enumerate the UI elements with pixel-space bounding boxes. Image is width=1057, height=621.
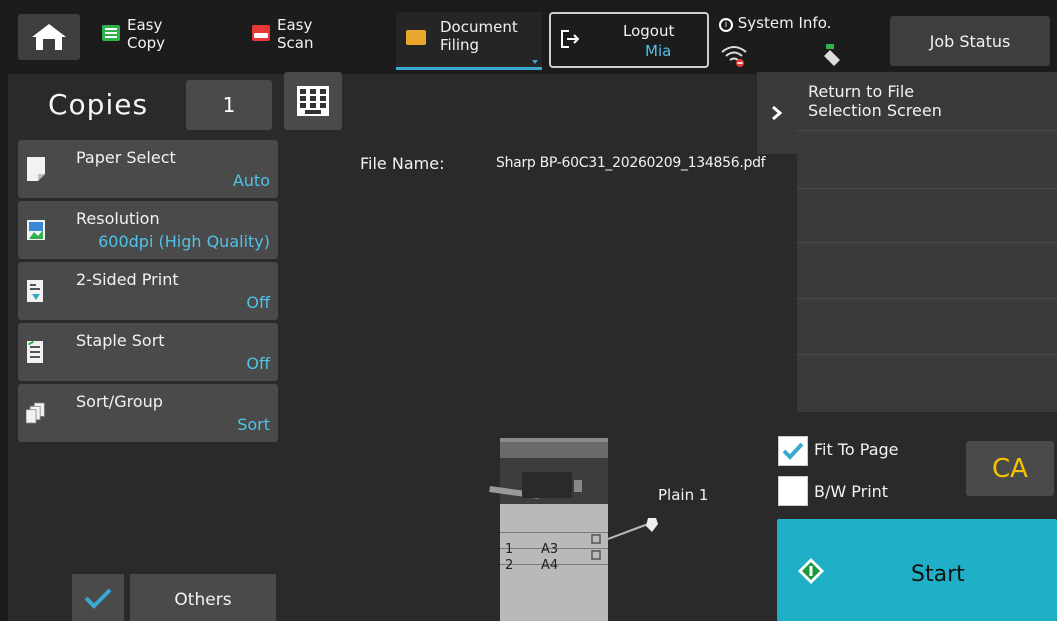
two-sided-print-title: 2-Sided Print: [76, 270, 179, 289]
logout-label: Logout: [623, 22, 675, 40]
top-bar: Easy Copy Easy Scan Document Filing Logo…: [8, 0, 1057, 74]
sort-group-button[interactable]: Sort/Group Sort: [18, 384, 278, 442]
others-button[interactable]: Others: [130, 574, 276, 621]
list-divider: [797, 242, 1057, 243]
resolution-title: Resolution: [76, 209, 160, 228]
selected-tray-pointer-icon: [646, 518, 658, 532]
fit-to-page-checkbox[interactable]: [778, 436, 808, 466]
chevron-right-icon: [772, 105, 783, 121]
easy-scan-icon: [252, 25, 270, 41]
resolution-button[interactable]: Resolution 600dpi (High Quality): [18, 201, 278, 259]
dropdown-indicator-icon: [532, 60, 538, 64]
two-sided-print-value: Off: [246, 293, 270, 312]
selected-tray-label: Plain 1: [658, 486, 709, 504]
staple-sort-title: Staple Sort: [76, 331, 165, 350]
easy-scan-label-2: Scan: [277, 34, 314, 52]
tray-number: 1: [505, 542, 514, 557]
file-name-value: Sharp BP-60C31_20260209_134856.pdf: [496, 155, 766, 171]
clear-all-button[interactable]: CA: [966, 441, 1054, 496]
sort-group-title: Sort/Group: [76, 392, 163, 411]
paper-select-button[interactable]: Paper Select Auto: [18, 140, 278, 198]
easy-copy-icon: [102, 25, 120, 41]
document-filing-label-2: Filing: [440, 36, 480, 54]
tray-row-1[interactable]: 1 A3: [505, 542, 558, 557]
tray-size: A4: [541, 558, 559, 573]
logout-button[interactable]: Logout Mia: [549, 12, 709, 68]
copies-input[interactable]: 1: [186, 80, 272, 130]
easy-copy-label-2: Copy: [127, 34, 166, 52]
file-name-label: File Name:: [360, 154, 445, 173]
staple-icon: [27, 340, 43, 363]
job-status-button[interactable]: Job Status: [890, 16, 1050, 66]
staple-sort-button[interactable]: Staple Sort Off: [18, 323, 278, 381]
resolution-icon: [27, 220, 45, 240]
wifi-off-icon: [721, 46, 747, 67]
logout-icon: [561, 30, 580, 48]
start-button[interactable]: Start: [777, 519, 1057, 621]
logged-in-user: Mia: [645, 42, 672, 60]
copies-label: Copies: [48, 88, 149, 121]
return-to-file-selection-button[interactable]: Return to File Selection Screen: [808, 82, 1038, 120]
keypad-icon: [297, 86, 329, 116]
info-icon: i: [719, 18, 733, 32]
job-status-label: Job Status: [929, 31, 1011, 51]
sort-group-value: Sort: [237, 415, 270, 434]
fit-to-page-label: Fit To Page: [814, 440, 899, 459]
tray-number: 2: [505, 558, 514, 573]
start-diamond-icon: [798, 558, 824, 584]
file-selection-panel: Return to File Selection Screen: [797, 72, 1057, 412]
bw-print-checkbox[interactable]: [778, 476, 808, 506]
printer-illustration: [489, 438, 648, 621]
list-divider: [797, 298, 1057, 299]
checkmark-icon: [782, 442, 804, 460]
home-icon: [32, 24, 66, 50]
list-divider: [797, 354, 1057, 355]
tray-row-2[interactable]: 2 A4: [505, 558, 558, 573]
return-label-2: Selection Screen: [808, 101, 942, 120]
easy-scan-label-1: Easy: [277, 16, 313, 34]
start-label: Start: [911, 562, 965, 587]
return-label-1: Return to File: [808, 82, 915, 101]
home-button[interactable]: [18, 14, 80, 60]
staple-sort-value: Off: [246, 354, 270, 373]
keypad-button[interactable]: [284, 72, 342, 130]
checkmark-icon: [84, 588, 112, 609]
list-divider: [797, 188, 1057, 189]
easy-copy-button[interactable]: Easy Copy: [102, 16, 165, 64]
document-filing-label-1: Document: [440, 18, 518, 36]
bw-print-label: B/W Print: [814, 482, 889, 501]
paper-icon: [27, 157, 45, 181]
active-tab-indicator: [396, 67, 542, 70]
folder-icon: [406, 30, 426, 45]
list-divider: [797, 130, 1057, 131]
easy-scan-button[interactable]: Easy Scan: [252, 16, 313, 64]
two-sided-print-button[interactable]: 2-Sided Print Off: [18, 262, 278, 320]
easy-copy-label-1: Easy: [127, 16, 163, 34]
resolution-value: 600dpi (High Quality): [98, 232, 270, 251]
duplex-icon: [27, 280, 43, 302]
sort-icon: [26, 402, 45, 424]
usb-icon: [824, 44, 840, 66]
app-window: Easy Copy Easy Scan Document Filing Logo…: [8, 0, 1057, 621]
system-info-button[interactable]: i System Info.: [719, 14, 831, 32]
document-filing-tab[interactable]: Document Filing: [396, 12, 542, 70]
system-info-label: System Info.: [737, 14, 832, 32]
confirm-button[interactable]: [72, 574, 124, 621]
paper-select-value: Auto: [232, 171, 270, 190]
tray-size: A3: [541, 542, 559, 557]
paper-select-title: Paper Select: [76, 148, 176, 167]
expand-file-list-button[interactable]: [757, 72, 797, 154]
